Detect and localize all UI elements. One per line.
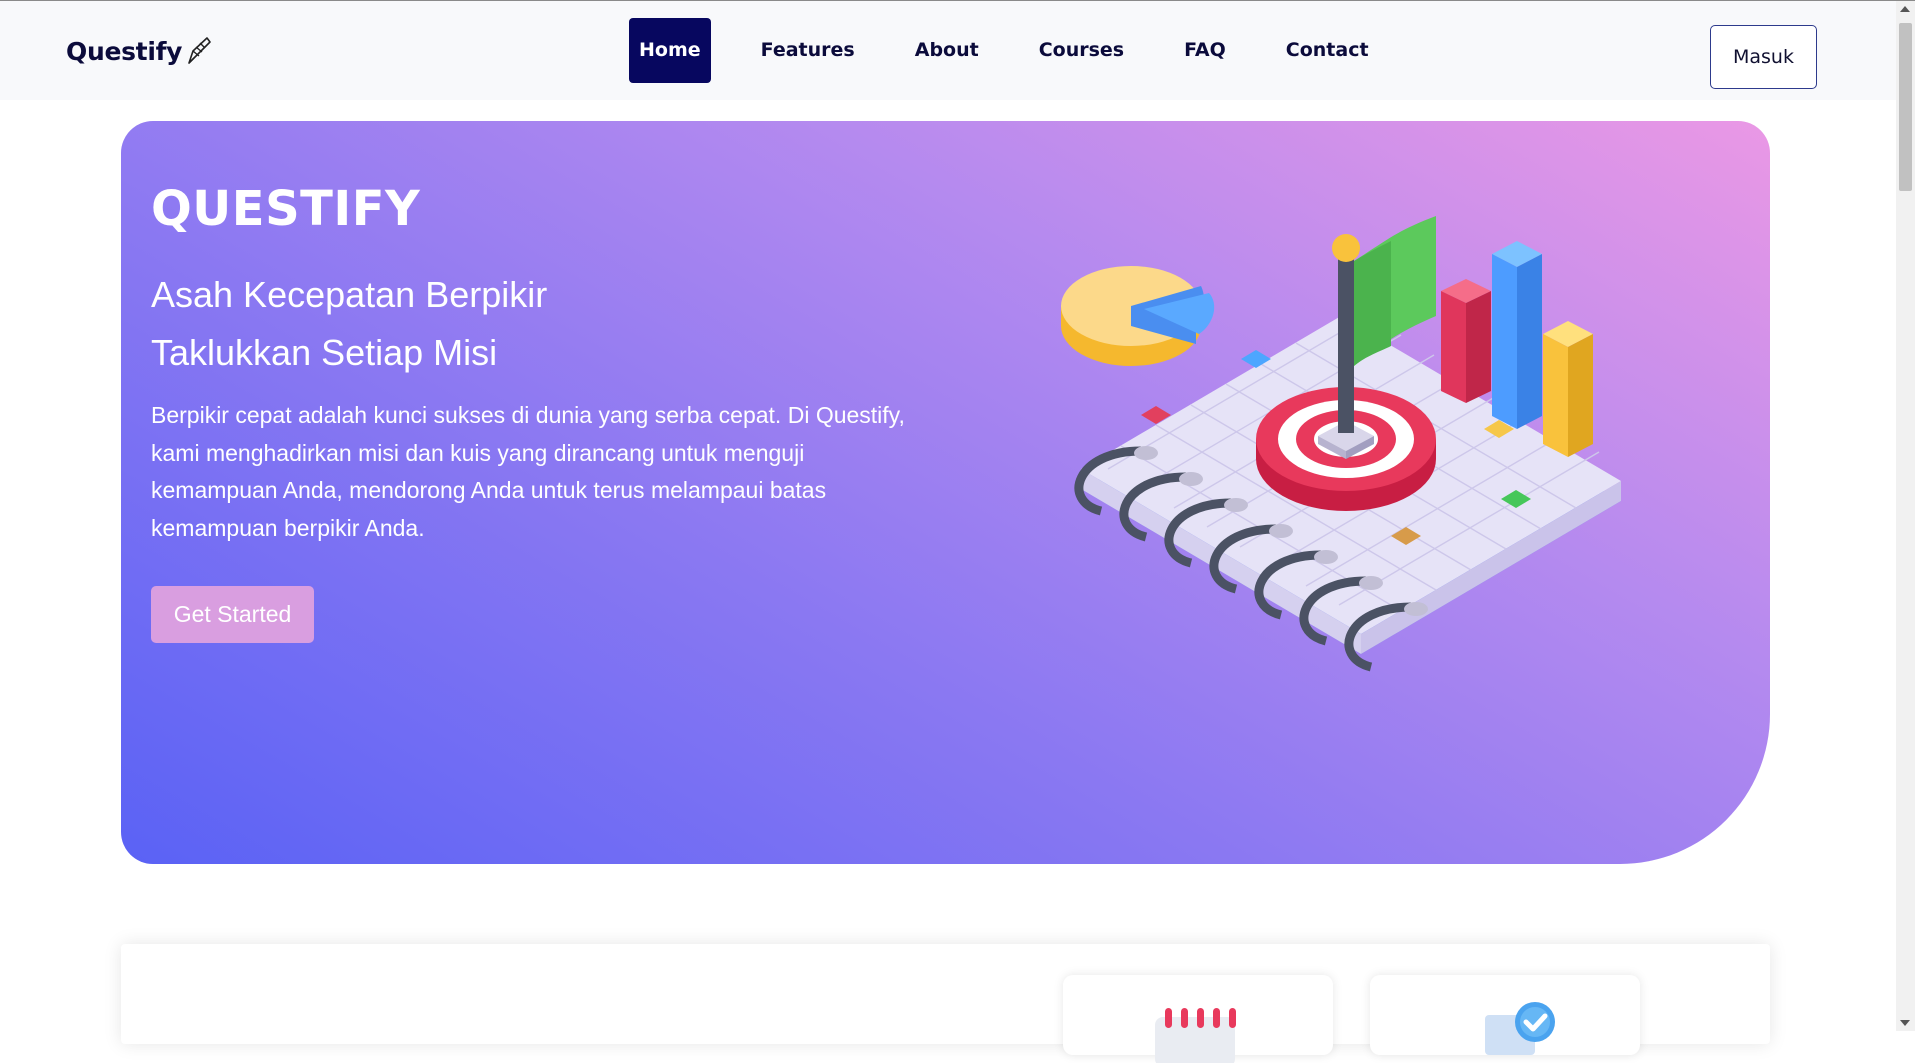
scroll-up-arrow-icon[interactable] — [1900, 6, 1910, 12]
nav-contact[interactable]: Contact — [1276, 18, 1379, 83]
main-nav: Home Features About Courses FAQ Contact — [629, 18, 1419, 83]
feature-card-calendar[interactable] — [1063, 975, 1333, 1063]
nav-about[interactable]: About — [905, 18, 989, 83]
hero-title: QUESTIFY — [151, 181, 421, 237]
get-started-button[interactable]: Get Started — [151, 586, 314, 643]
nav-faq[interactable]: FAQ — [1174, 18, 1236, 83]
hero-subtitle-line-1: Asah Kecepatan Berpikir — [151, 274, 548, 315]
navbar: Questify Home Features About Courses FAQ… — [0, 1, 1896, 100]
login-button[interactable]: Masuk — [1710, 25, 1817, 89]
hero-subtitle: Asah Kecepatan Berpikir Taklukkan Setiap… — [151, 266, 547, 382]
nav-features[interactable]: Features — [751, 18, 865, 83]
calendar-icon — [1155, 1008, 1236, 1063]
brand-name: Questify — [66, 37, 183, 66]
hero-description: Berpikir cepat adalah kunci sukses di du… — [151, 402, 905, 541]
scroll-down-arrow-icon[interactable] — [1900, 1020, 1910, 1026]
hero-subtitle-line-2: Taklukkan Setiap Misi — [151, 332, 498, 373]
nav-home[interactable]: Home — [629, 18, 711, 83]
feather-pen-icon — [188, 36, 211, 64]
feature-card-check[interactable] — [1370, 975, 1640, 1055]
scroll-thumb[interactable] — [1899, 23, 1912, 191]
notebook-target-flag-charts-illustration — [1061, 216, 1621, 672]
hero-section: QUESTIFY Asah Kecepatan Berpikir Taklukk… — [121, 121, 1770, 864]
checkmark-badge-icon — [1485, 1002, 1555, 1055]
nav-courses[interactable]: Courses — [1029, 18, 1134, 83]
brand-logo[interactable]: Questify — [66, 36, 212, 66]
page-scrollbar[interactable] — [1896, 1, 1915, 1031]
